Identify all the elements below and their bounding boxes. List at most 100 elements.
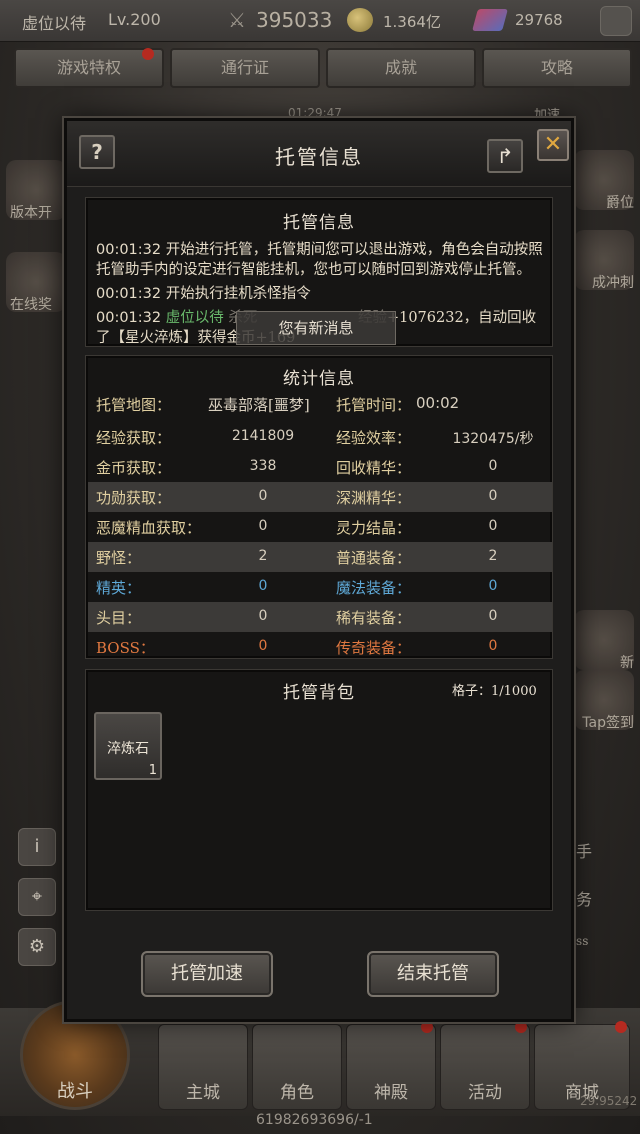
gold-amount: 1.364亿 (383, 13, 441, 31)
info-icon[interactable]: i (18, 828, 56, 866)
stat-row: 经验获取： 2141809 经验效率： 1320475/秒 (88, 422, 552, 452)
bottom-right-number: 29.95242 (580, 1094, 638, 1108)
nav-pass-button[interactable]: 通行证 (170, 48, 320, 88)
time-label: 托管时间： (336, 396, 412, 414)
stat-row: 野怪： 2 普通装备： 2 (88, 542, 552, 572)
stat-label: 传奇装备： (336, 639, 412, 657)
close-button[interactable]: ✕ (537, 129, 569, 161)
map-value: 巫毒部落[噩梦] (208, 396, 310, 414)
online-reward-icon[interactable]: 在线奖 (6, 252, 66, 313)
menu-button[interactable] (600, 6, 632, 36)
fight-label: 战斗 (57, 1081, 93, 1102)
stat-value: 0 (258, 488, 268, 504)
rank-label: 爵位 (606, 195, 634, 211)
nav-guide-button[interactable]: 攻略 (482, 48, 632, 88)
stat-label: 灵力结晶： (336, 519, 412, 537)
role-button[interactable]: 角色 (252, 1024, 342, 1110)
stat-row: 恶魔精血获取： 0 灵力结晶： 0 (88, 512, 552, 542)
activity-label: 活动 (468, 1083, 502, 1103)
stat-row: 金币获取： 338 回收精华： 0 (88, 452, 552, 482)
stat-value: 0 (258, 578, 268, 594)
bag-item-slot[interactable]: 淬炼石 1 (94, 712, 162, 780)
temple-label: 神殿 (374, 1083, 408, 1103)
log-panel-title: 托管信息 (283, 213, 355, 233)
stat-row: 头目： 0 稀有装备： 0 (88, 602, 552, 632)
temple-button[interactable]: 神殿 (346, 1021, 436, 1110)
new-message-toast[interactable]: 您有新消息 (236, 311, 396, 345)
crossed-swords-icon: ⚔ (228, 8, 246, 32)
player-level: Lv.200 (108, 10, 161, 29)
stat-label: 回收精华： (336, 459, 412, 477)
location-icon[interactable]: ⌖ (18, 878, 56, 916)
log-line: 00:01:32 开始执行挂机杀怪指令 (96, 286, 311, 302)
bag-panel: 托管背包 格子：1/1000 淬炼石 1 (85, 669, 553, 911)
version-label: 版本开 (10, 205, 52, 221)
stat-value: 2 (258, 548, 268, 564)
activity-button[interactable]: 活动 (440, 1021, 530, 1110)
end-hosting-button[interactable]: 结束托管 (367, 951, 499, 997)
item-count: 1 (148, 763, 157, 778)
tap-checkin-icon[interactable]: Tap签到 (574, 670, 634, 731)
gem-icon (472, 9, 508, 31)
stat-value: 0 (488, 578, 498, 594)
time-value: 00:02 (416, 394, 460, 412)
stat-label: 功勋获取： (96, 489, 172, 507)
stat-value: 0 (488, 518, 498, 534)
nav-pass-label: 通行证 (220, 58, 269, 77)
top-hud: 虚位以待 Lv.200 ⚔ 395033 1.364亿 29768 (0, 0, 640, 42)
stat-value: 0 (258, 518, 268, 534)
stat-label: 魔法装备： (336, 579, 412, 597)
stat-label: 精英： (96, 579, 142, 597)
stat-row: 功勋获取： 0 深渊精华： 0 (88, 482, 552, 512)
notification-dot (421, 1021, 433, 1033)
city-label: 主城 (186, 1083, 220, 1103)
stat-row: BOSS： 0 传奇装备： 0 (88, 632, 552, 662)
nav-guide-label: 攻略 (540, 58, 573, 77)
stat-value: 338 (249, 458, 277, 474)
role-label: 角色 (280, 1083, 314, 1103)
settings-gear-icon[interactable]: ⚙ (18, 928, 56, 966)
stat-label: 野怪： (96, 549, 142, 567)
rank-icon[interactable]: 爵位 (574, 150, 634, 211)
share-arrow-icon[interactable]: ↱ (487, 139, 523, 173)
stat-label: 经验效率： (336, 429, 412, 447)
online-label: 在线奖 (10, 297, 52, 313)
notification-dot (515, 1021, 527, 1033)
notification-dot (142, 48, 154, 60)
stat-value: 0 (258, 608, 268, 624)
stat-label: 头目： (96, 609, 142, 627)
stat-row: 精英： 0 魔法装备： 0 (88, 572, 552, 602)
bag-capacity: 格子：1/1000 (452, 684, 537, 699)
tap-label: Tap签到 (582, 715, 634, 731)
modal-header: ? 托管信息 ↱ (67, 121, 571, 187)
stat-value: 0 (488, 608, 498, 624)
nav-achievement-label: 成就 (384, 58, 417, 77)
new-message-label: 您有新消息 (278, 319, 354, 337)
stat-label: 金币获取： (96, 459, 172, 477)
combat-power: 395033 (256, 8, 333, 32)
stat-value: 0 (488, 488, 498, 504)
sprint-icon[interactable]: 成冲刺 (574, 230, 634, 291)
nav-achievement-button[interactable]: 成就 (326, 48, 476, 88)
stat-value: 2141809 (231, 428, 295, 444)
stat-label: 深渊精华： (336, 489, 412, 507)
city-button[interactable]: 主城 (158, 1024, 248, 1110)
stat-value: 0 (488, 638, 498, 654)
version-icon[interactable]: 版本开 (6, 160, 66, 221)
stat-label: 普通装备： (336, 549, 412, 567)
top-nav: 游戏特权 通行证 成就 攻略 (0, 48, 640, 90)
nav-privilege-button[interactable]: 游戏特权 (14, 48, 164, 88)
stat-value: 1320475/秒 (452, 431, 534, 447)
stat-value: 2 (488, 548, 498, 564)
stat-label: 恶魔精血获取： (96, 519, 202, 537)
item-name: 淬炼石 (107, 741, 149, 757)
stat-value: 0 (488, 458, 498, 474)
stat-value: 0 (258, 638, 268, 654)
log-line: 00:01:32 开始进行托管，托管期间您可以退出游戏，角色会自动按照托管助手内… (96, 242, 543, 278)
stats-panel: 统计信息 托管地图： 巫毒部落[噩梦] 托管时间： 00:02 经验获取： 214… (85, 355, 553, 659)
stat-label: BOSS： (96, 639, 155, 657)
hosting-speedup-button[interactable]: 托管加速 (141, 951, 273, 997)
stats-panel-title: 统计信息 (283, 369, 355, 389)
chat-icon[interactable]: 新 (574, 610, 634, 671)
new-label: 新 (620, 655, 634, 671)
